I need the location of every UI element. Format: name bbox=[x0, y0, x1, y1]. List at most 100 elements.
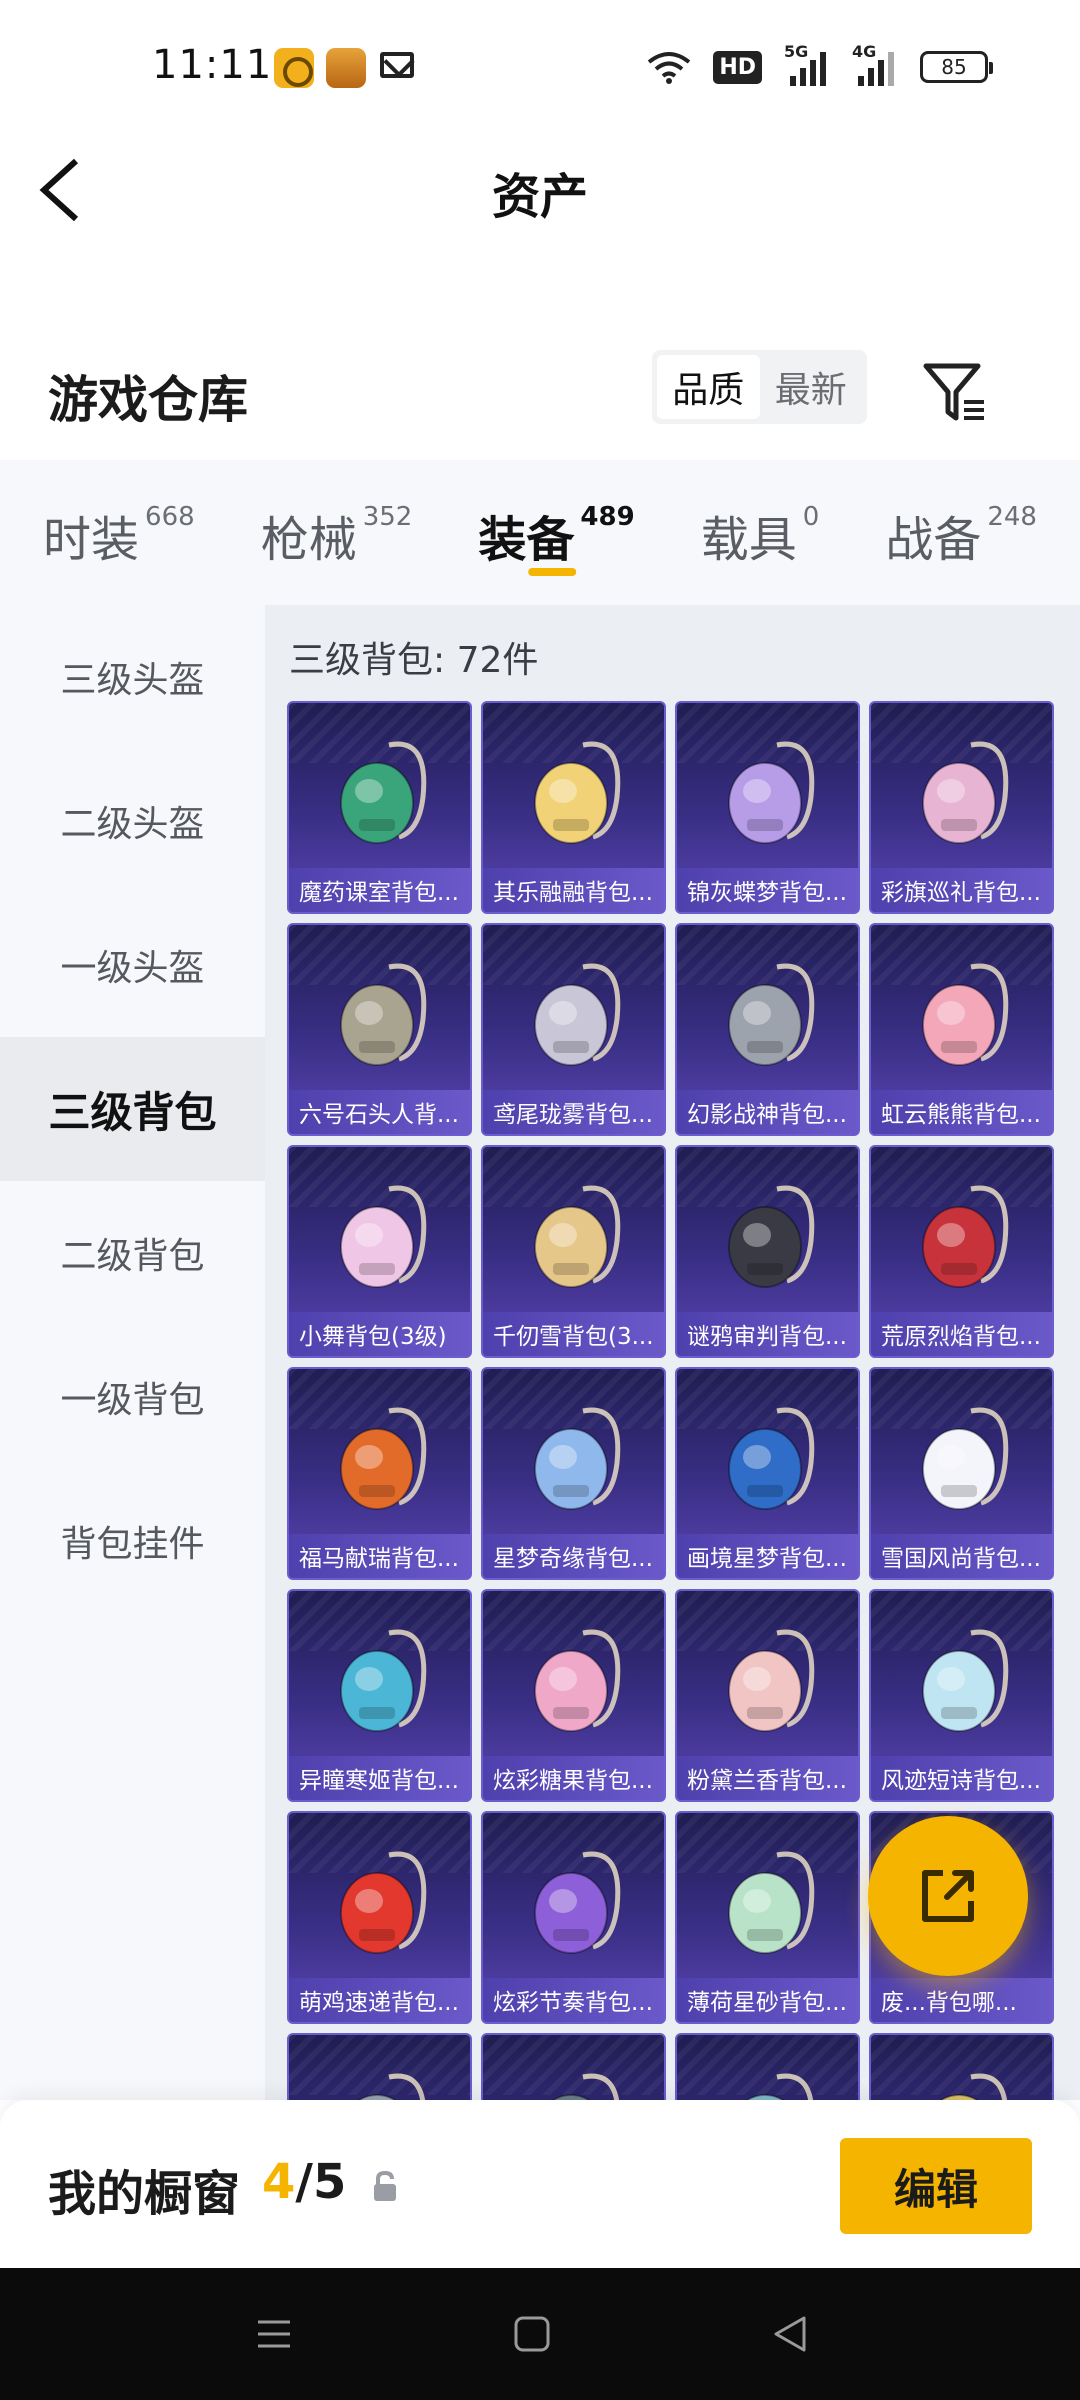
item-card[interactable]: 炫彩糖果背包... bbox=[481, 1589, 666, 1802]
item-name: 虹云熊熊背包... bbox=[871, 1090, 1052, 1134]
item-name: 废...背包哪... bbox=[871, 1978, 1052, 2022]
sidebar-item-helmet-3[interactable]: 三级头盔 bbox=[0, 605, 265, 749]
back-nav-icon[interactable] bbox=[768, 2312, 812, 2356]
game-notification-icon bbox=[326, 48, 366, 88]
backpack-icon bbox=[901, 2059, 1026, 2100]
item-name: 画境星梦背包... bbox=[677, 1534, 858, 1578]
item-card[interactable] bbox=[675, 2033, 860, 2100]
item-name: 粉黛兰香背包... bbox=[677, 1756, 858, 1800]
menu-nav-icon[interactable] bbox=[252, 2312, 296, 2356]
filter-button[interactable] bbox=[920, 356, 990, 426]
tab-fashion[interactable]: 时装 668 bbox=[43, 460, 195, 605]
system-navigation-bar bbox=[0, 2268, 1080, 2400]
item-name: 千仞雪背包(3... bbox=[483, 1312, 664, 1356]
item-card[interactable]: 魔药课室背包... bbox=[287, 701, 472, 914]
item-card[interactable]: 锦灰蝶梦背包... bbox=[675, 701, 860, 914]
item-card[interactable]: 六号石头人背... bbox=[287, 923, 472, 1136]
header: 资产 bbox=[0, 135, 1080, 245]
backpack-icon bbox=[319, 1837, 444, 1967]
item-name: 鸢尾珑雾背包... bbox=[483, 1090, 664, 1134]
showcase-bar: 我的橱窗 4/5 编辑 bbox=[0, 2100, 1080, 2268]
backpack-icon bbox=[319, 1393, 444, 1523]
backpack-icon bbox=[513, 2059, 638, 2100]
item-card[interactable]: 谜鸦审判背包... bbox=[675, 1145, 860, 1358]
sidebar-item-backpack-1[interactable]: 一级背包 bbox=[0, 1325, 265, 1469]
backpack-icon bbox=[707, 1393, 832, 1523]
item-name: 荒原烈焰背包... bbox=[871, 1312, 1052, 1356]
item-name: 魔药课室背包... bbox=[289, 868, 470, 912]
item-name: 星梦奇缘背包... bbox=[483, 1534, 664, 1578]
backpack-icon bbox=[513, 727, 638, 857]
tab-supplies[interactable]: 战备 248 bbox=[885, 460, 1037, 605]
tab-vehicles[interactable]: 载具 0 bbox=[701, 460, 820, 605]
sort-quality-button[interactable]: 品质 bbox=[657, 355, 760, 419]
backpack-icon bbox=[707, 2059, 832, 2100]
item-name: 炫彩糖果背包... bbox=[483, 1756, 664, 1800]
sidebar-item-helmet-1[interactable]: 一级头盔 bbox=[0, 893, 265, 1037]
sidebar-item-backpack-3[interactable]: 三级背包 bbox=[0, 1037, 265, 1181]
item-card[interactable]: 异瞳寒姬背包... bbox=[287, 1589, 472, 1802]
backpack-icon bbox=[707, 727, 832, 857]
item-name: 炫彩节奏背包... bbox=[483, 1978, 664, 2022]
item-card[interactable]: 小舞背包(3级) bbox=[287, 1145, 472, 1358]
item-card[interactable]: 彩旗巡礼背包... bbox=[869, 701, 1054, 914]
home-nav-icon[interactable] bbox=[510, 2312, 554, 2356]
item-card[interactable]: 福马献瑞背包... bbox=[287, 1367, 472, 1580]
backpack-icon bbox=[901, 1615, 1026, 1745]
backpack-icon bbox=[319, 727, 444, 857]
edit-button[interactable]: 编辑 bbox=[840, 2138, 1032, 2234]
backpack-icon bbox=[901, 1171, 1026, 1301]
item-card[interactable]: 雪国风尚背包... bbox=[869, 1367, 1054, 1580]
item-card[interactable] bbox=[287, 2033, 472, 2100]
backpack-icon bbox=[513, 949, 638, 1079]
item-card[interactable]: 画境星梦背包... bbox=[675, 1367, 860, 1580]
item-card[interactable]: 星梦奇缘背包... bbox=[481, 1367, 666, 1580]
item-card[interactable]: 风迹短诗背包... bbox=[869, 1589, 1054, 1802]
item-card[interactable]: 其乐融融背包... bbox=[481, 701, 666, 914]
backpack-icon bbox=[513, 1393, 638, 1523]
sidebar-item-backpack-pendant[interactable]: 背包挂件 bbox=[0, 1469, 265, 1613]
showcase-count: 4/5 bbox=[262, 2154, 347, 2210]
backpack-icon bbox=[513, 1615, 638, 1745]
app-notification-icon bbox=[274, 48, 314, 88]
sidebar: 三级头盔 二级头盔 一级头盔 三级背包 二级背包 一级背包 背包挂件 bbox=[0, 605, 265, 2100]
sidebar-item-helmet-2[interactable]: 二级头盔 bbox=[0, 749, 265, 893]
item-name: 风迹短诗背包... bbox=[871, 1756, 1052, 1800]
item-name: 谜鸦审判背包... bbox=[677, 1312, 858, 1356]
item-card[interactable]: 虹云熊熊背包... bbox=[869, 923, 1054, 1136]
tab-equipment[interactable]: 装备 489 bbox=[478, 460, 634, 605]
item-card[interactable]: 薄荷星砂背包... bbox=[675, 1811, 860, 2024]
item-name: 福马献瑞背包... bbox=[289, 1534, 470, 1578]
backpack-icon bbox=[319, 1171, 444, 1301]
backpack-icon bbox=[901, 727, 1026, 857]
item-card[interactable]: 萌鸡速递背包... bbox=[287, 1811, 472, 2024]
item-card[interactable]: 炫彩节奏背包... bbox=[481, 1811, 666, 2024]
status-time: 11:11 bbox=[152, 42, 273, 88]
backpack-icon bbox=[319, 949, 444, 1079]
item-card[interactable]: 荒原烈焰背包... bbox=[869, 1145, 1054, 1358]
backpack-icon bbox=[707, 1171, 832, 1301]
sidebar-item-backpack-2[interactable]: 二级背包 bbox=[0, 1181, 265, 1325]
backpack-icon bbox=[513, 1837, 638, 1967]
item-card[interactable]: 幻影战神背包... bbox=[675, 923, 860, 1136]
signal-4g-icon: 4G bbox=[852, 42, 898, 86]
sort-latest-button[interactable]: 最新 bbox=[760, 355, 863, 419]
category-tabs: 时装 668 枪械 352 装备 489 载具 0 战备 248 bbox=[0, 460, 1080, 605]
item-name: 彩旗巡礼背包... bbox=[871, 868, 1052, 912]
item-card[interactable]: 粉黛兰香背包... bbox=[675, 1589, 860, 1802]
share-button[interactable] bbox=[868, 1816, 1028, 1976]
wifi-icon bbox=[647, 50, 691, 84]
signal-5g-icon: 5G bbox=[784, 42, 830, 86]
item-card[interactable]: 鸢尾珑雾背包... bbox=[481, 923, 666, 1136]
item-card[interactable] bbox=[869, 2033, 1054, 2100]
backpack-icon bbox=[707, 1837, 832, 1967]
tab-guns[interactable]: 枪械 352 bbox=[261, 460, 413, 605]
item-card[interactable]: 千仞雪背包(3... bbox=[481, 1145, 666, 1358]
warehouse-title: 游戏仓库 bbox=[48, 371, 248, 429]
item-name: 其乐融融背包... bbox=[483, 868, 664, 912]
backpack-icon bbox=[901, 1393, 1026, 1523]
item-card[interactable] bbox=[481, 2033, 666, 2100]
page-title: 资产 bbox=[491, 169, 588, 225]
item-name: 薄荷星砂背包... bbox=[677, 1978, 858, 2022]
filter-icon bbox=[923, 363, 984, 421]
